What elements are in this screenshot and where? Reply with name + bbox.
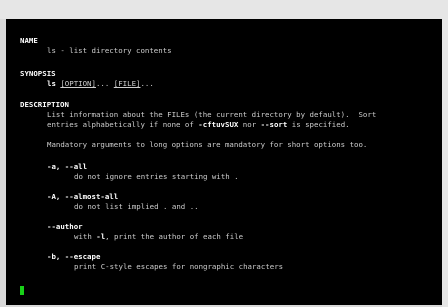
desc-text-end: is specified. (287, 120, 350, 129)
author-desc-text: with (74, 232, 97, 241)
synopsis-option: [OPTION] (60, 79, 96, 88)
option-b-description: print C-style escapes for nongraphic cha… (74, 262, 284, 271)
name-description: ls - list directory contents (47, 46, 172, 55)
author-desc-flag: -l (96, 232, 106, 241)
synopsis-separator: ... (95, 79, 114, 88)
terminal-cursor (20, 286, 24, 295)
synopsis-line: ls [OPTION]... [FILE]... (47, 79, 154, 88)
window-top-bar (0, 0, 448, 19)
window-right-edge (442, 19, 448, 307)
synopsis-heading: SYNOPSIS (20, 69, 56, 78)
option-b-flags: -b, --escape (47, 252, 101, 261)
terminal-window[interactable]: NAME ls - list directory contents SYNOPS… (6, 19, 442, 305)
description-line-2: entries alphabetically if none of -cftuv… (47, 120, 350, 129)
synopsis-file: [FILE] (113, 79, 141, 88)
option-A-flags: -A, --almost-all (47, 192, 119, 201)
desc-flags: -cftuvSUX (198, 120, 239, 129)
option-A-description: do not list implied . and .. (74, 202, 199, 211)
desc-text-nor: nor (238, 120, 261, 129)
description-line-1: List information about the FILEs (the cu… (47, 110, 377, 119)
option-a-description: do not ignore entries starting with . (74, 172, 239, 181)
synopsis-ellipsis: ... (140, 79, 154, 88)
desc-sort-flag: --sort (260, 120, 288, 129)
name-heading: NAME (20, 36, 38, 45)
desc-text: entries alphabetically if none of (47, 120, 199, 129)
option-author-flags: --author (47, 222, 83, 231)
author-desc-rest: , print the author of each file (105, 232, 244, 241)
option-a-flags: -a, --all (47, 162, 88, 171)
mandatory-note: Mandatory arguments to long options are … (47, 140, 368, 149)
option-author-description: with -l, print the author of each file (74, 232, 243, 241)
description-heading: DESCRIPTION (20, 100, 69, 109)
synopsis-command: ls (47, 79, 56, 88)
